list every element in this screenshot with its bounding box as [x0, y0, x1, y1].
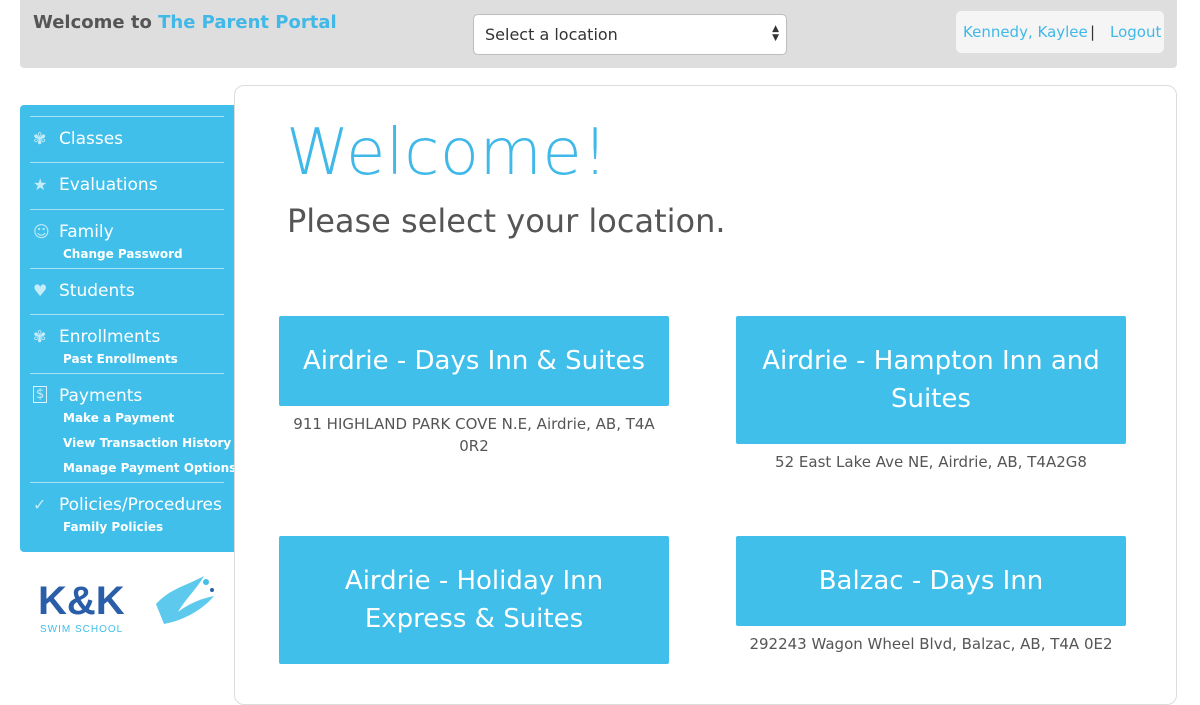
droplet-icon [203, 579, 209, 585]
brand-name[interactable]: The Parent Portal [158, 12, 337, 33]
sidebar-item-students[interactable]: ♥ Students [30, 268, 224, 315]
location-address: 52 East Lake Ave NE, Airdrie, AB, T4A2G8 [775, 453, 1087, 471]
location-button-airdrie-holiday-inn[interactable]: Airdrie - Holiday Inn Express & Suites [279, 536, 669, 664]
droplet-icon [210, 588, 214, 592]
sidebar-item-evaluations[interactable]: ★ Evaluations [30, 162, 224, 209]
sidebar-item-label: Classes [59, 129, 124, 149]
sidebar-item-payments[interactable]: $ Payments Make a Payment View Transacti… [30, 373, 236, 482]
sidebar-subitem-change-password[interactable]: Change Password [63, 247, 183, 261]
sidebar-item-classes[interactable]: ✾ Classes [30, 116, 224, 163]
sidebar-item-label: Evaluations [59, 175, 158, 195]
sidebar-subitem-transaction-history[interactable]: View Transaction History [63, 436, 231, 450]
logo-main-text: K&K [38, 579, 125, 623]
location-button-balzac-days-inn[interactable]: Balzac - Days Inn [736, 536, 1126, 626]
classes-icon: ✾ [33, 129, 47, 148]
logout-link[interactable]: Logout [1110, 11, 1161, 53]
enrollments-icon: ✾ [33, 327, 47, 346]
sidebar-subitem-payment-options[interactable]: Manage Payment Options [63, 461, 236, 475]
dollar-icon: $ [33, 386, 48, 403]
sidebar: ✾ Classes ★ Evaluations ☺ Family Change … [20, 105, 236, 552]
sidebar-item-label: Enrollments [59, 327, 161, 347]
kk-swim-school-logo: K&K SWIM SCHOOL [38, 576, 214, 635]
brand-prefix: Welcome to [33, 12, 152, 33]
sidebar-item-label: Policies/Procedures [59, 495, 222, 515]
checkmark-icon: ✓ [33, 495, 47, 514]
sidebar-subitem-make-payment[interactable]: Make a Payment [63, 411, 174, 425]
location-address: 292243 Wagon Wheel Blvd, Balzac, AB, T4A… [749, 635, 1113, 653]
location-select-value: Select a location [485, 25, 618, 44]
sidebar-subitem-past-enrollments[interactable]: Past Enrollments [63, 352, 178, 366]
location-address: 911 HIGHLAND PARK COVE N.E, Airdrie, AB,… [293, 415, 655, 455]
welcome-title: Welcome! [286, 116, 609, 190]
location-button-airdrie-days-inn[interactable]: Airdrie - Days Inn & Suites [279, 316, 669, 406]
logo-tagline: SWIM SCHOOL [40, 624, 123, 635]
location-select[interactable]: Select a location ▲ ▼ [473, 14, 787, 55]
star-icon: ★ [33, 175, 48, 194]
location-button-airdrie-hampton-inn[interactable]: Airdrie - Hampton Inn and Suites [736, 316, 1126, 444]
select-arrows-icon: ▲ ▼ [772, 24, 779, 43]
family-icon: ☺ [33, 222, 50, 241]
sidebar-item-label: Payments [59, 386, 143, 406]
separator: | [1090, 23, 1096, 41]
top-bar: Welcome to The Parent Portal Select a lo… [20, 0, 1177, 68]
sidebar-item-family[interactable]: ☺ Family Change Password [30, 209, 224, 268]
sidebar-item-enrollments[interactable]: ✾ Enrollments Past Enrollments [30, 314, 224, 373]
user-name-link[interactable]: Kennedy, Kaylee [963, 11, 1088, 53]
portal-brand: Welcome to The Parent Portal [33, 12, 337, 33]
user-box: Kennedy, Kaylee | Logout [956, 11, 1164, 53]
sidebar-item-label: Family [59, 222, 114, 242]
sidebar-item-policies[interactable]: ✓ Policies/Procedures Family Policies [30, 482, 224, 543]
select-location-subtitle: Please select your location. [287, 202, 726, 240]
student-icon: ♥ [33, 281, 48, 300]
sidebar-subitem-family-policies[interactable]: Family Policies [63, 520, 163, 534]
sidebar-item-label: Students [59, 281, 135, 301]
